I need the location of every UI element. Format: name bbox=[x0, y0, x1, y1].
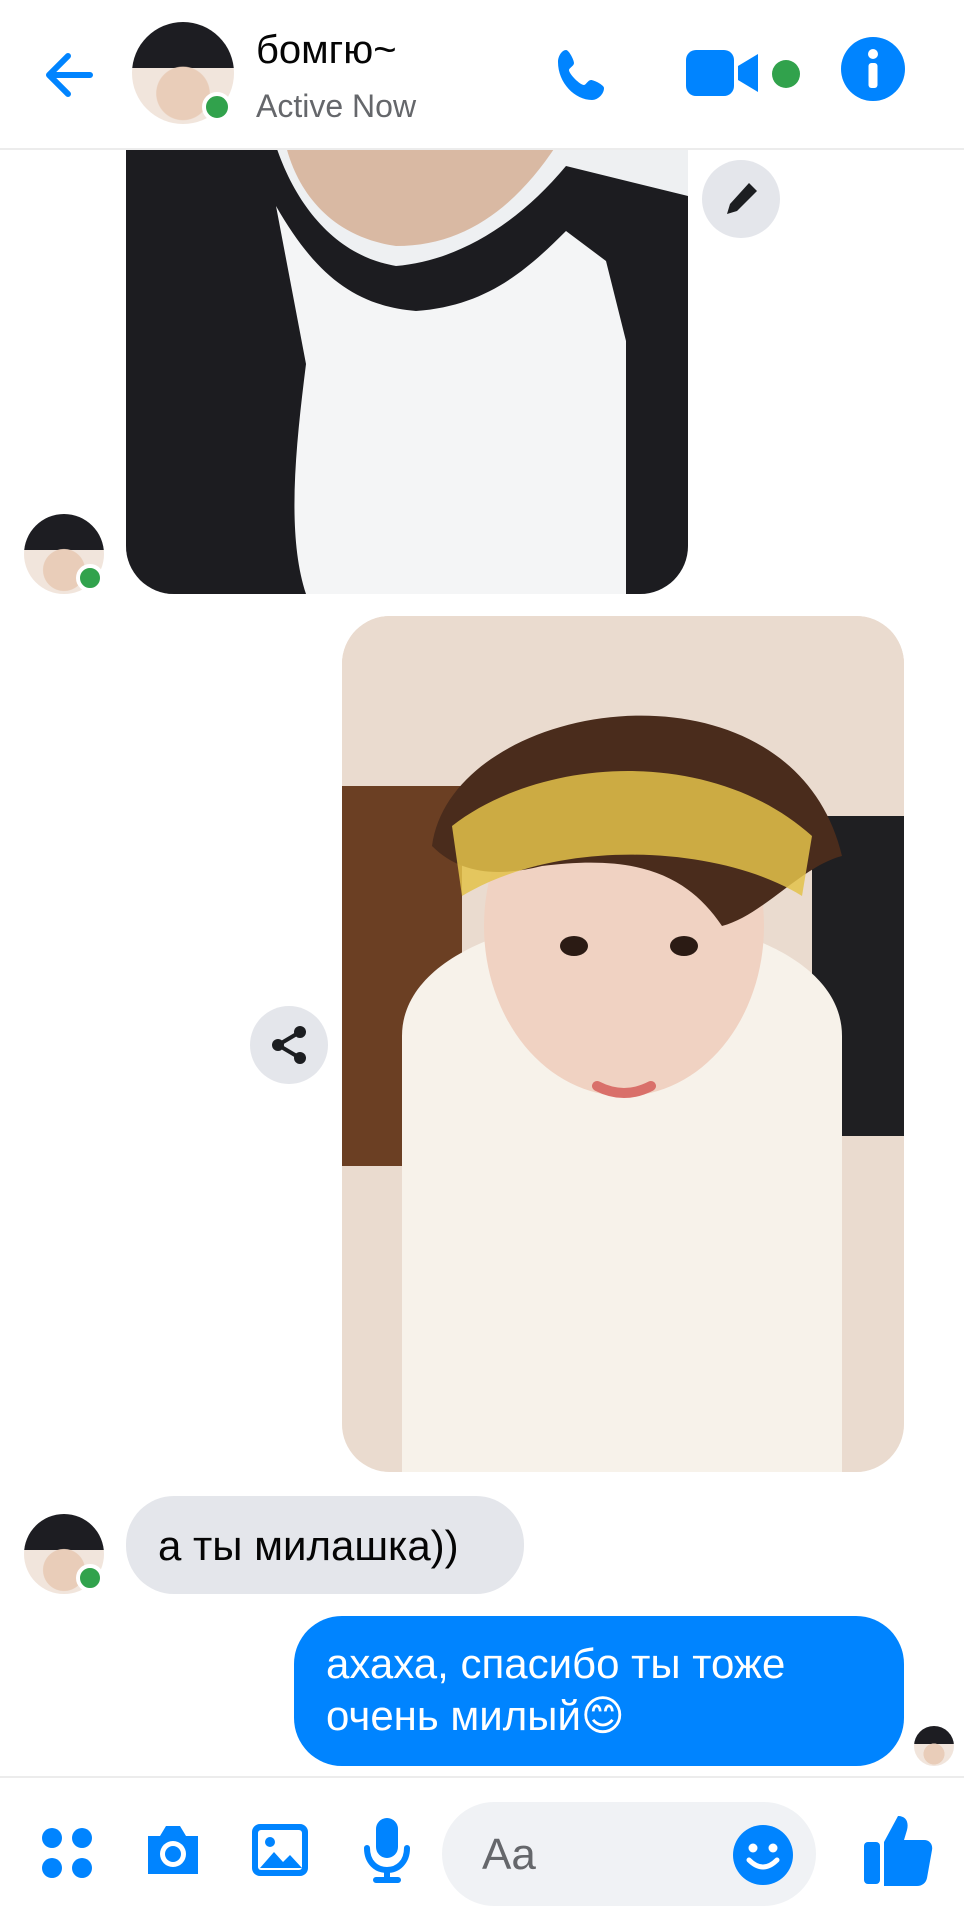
gallery-button[interactable] bbox=[250, 1822, 310, 1878]
seen-receipt-avatar bbox=[914, 1726, 954, 1766]
message-input-placeholder: Aa bbox=[482, 1830, 536, 1879]
video-call-button[interactable] bbox=[684, 46, 764, 100]
like-button[interactable] bbox=[862, 1812, 934, 1886]
phone-icon bbox=[558, 50, 604, 100]
video-camera-icon bbox=[686, 50, 758, 96]
four-dots-icon bbox=[42, 1828, 92, 1878]
smiley-icon bbox=[733, 1825, 793, 1885]
camera-button[interactable] bbox=[142, 1822, 204, 1878]
sender-active-dot bbox=[76, 564, 104, 592]
outgoing-message-line1: ахаха, спасибо ты тоже bbox=[326, 1640, 786, 1687]
sender-active-dot bbox=[76, 1564, 104, 1592]
incoming-message-text: а ты милашка)) bbox=[158, 1522, 459, 1569]
voice-call-button[interactable] bbox=[552, 44, 614, 106]
image-icon bbox=[252, 1824, 308, 1876]
pencil-icon bbox=[727, 183, 757, 214]
outgoing-message-bubble[interactable]: ахаха, спасибо ты тоже очень милый😊 bbox=[294, 1616, 904, 1766]
edit-photo-button[interactable] bbox=[702, 160, 780, 238]
camera-icon bbox=[148, 1826, 198, 1874]
contact-name[interactable]: бомгю~ bbox=[256, 28, 397, 73]
outgoing-message-line2-row: очень милый😊 bbox=[326, 1690, 625, 1742]
portrait-illustration bbox=[342, 616, 904, 1472]
emoji-button[interactable] bbox=[732, 1824, 794, 1886]
smiling-emoji: 😊 bbox=[580, 1692, 625, 1739]
active-status-text: Active Now bbox=[256, 88, 417, 124]
incoming-message-bubble[interactable]: а ты милашка)) bbox=[126, 1496, 524, 1594]
info-icon bbox=[841, 37, 905, 101]
message-composer: Aa bbox=[0, 1776, 964, 1922]
incoming-photo-message[interactable] bbox=[126, 146, 688, 594]
share-icon bbox=[272, 1026, 306, 1064]
more-actions-button[interactable] bbox=[40, 1826, 94, 1880]
outgoing-message-line2: очень милый bbox=[326, 1692, 581, 1739]
active-status-dot bbox=[202, 92, 232, 122]
video-active-dot bbox=[772, 60, 800, 88]
share-photo-button[interactable] bbox=[250, 1006, 328, 1084]
microphone-icon bbox=[364, 1818, 410, 1883]
outgoing-photo-message[interactable] bbox=[342, 616, 904, 1472]
chat-header: бомгю~ Active Now bbox=[0, 0, 964, 150]
message-input[interactable]: Aa bbox=[442, 1802, 816, 1906]
photo-illustration bbox=[126, 146, 688, 594]
voice-message-button[interactable] bbox=[362, 1816, 412, 1884]
conversation-info-button[interactable] bbox=[840, 36, 906, 102]
arrow-left-icon bbox=[46, 53, 93, 97]
thumbs-up-icon bbox=[864, 1816, 933, 1886]
back-button[interactable] bbox=[38, 44, 100, 106]
